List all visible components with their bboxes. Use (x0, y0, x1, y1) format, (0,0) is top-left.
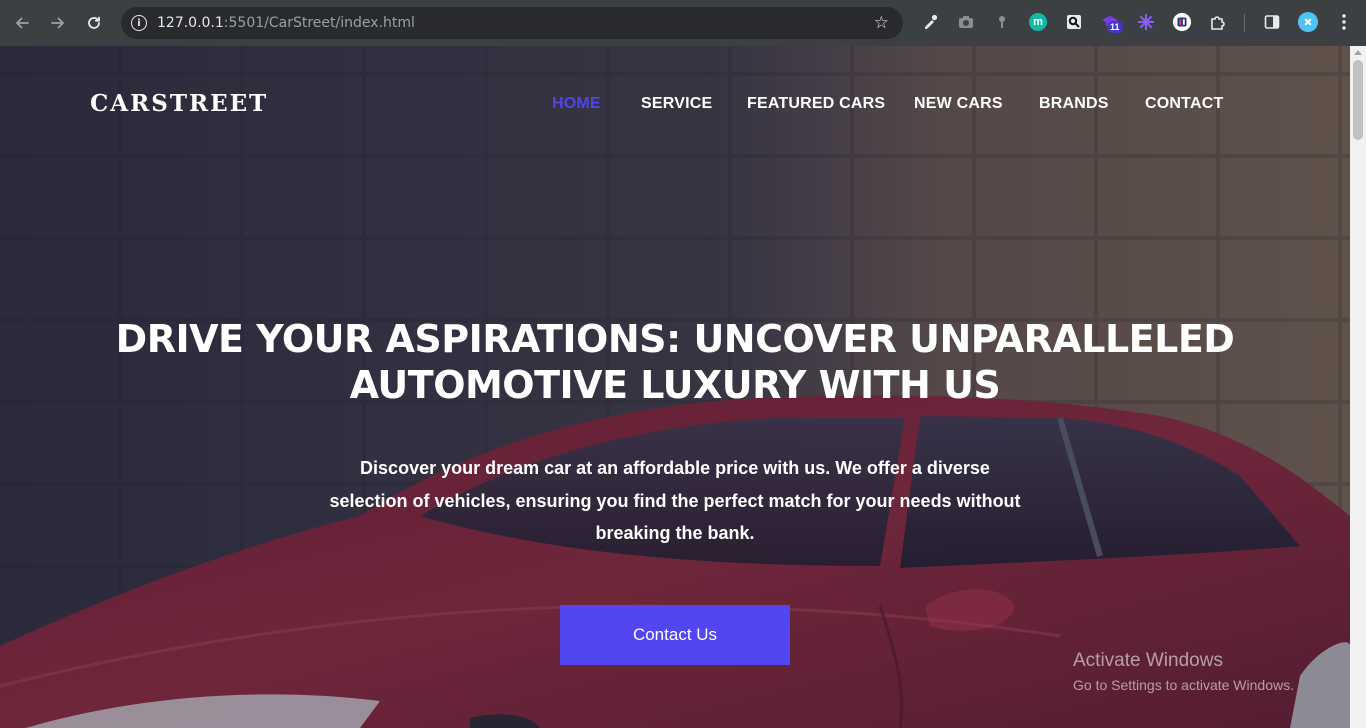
hero-description-line-2: selection of vehicles, ensuring you find… (329, 490, 1021, 511)
back-arrow-icon (16, 17, 29, 29)
puzzle-icon[interactable] (1208, 12, 1228, 32)
toolbar-separator (1244, 14, 1245, 32)
address-bar[interactable]: i 127.0.0.1:5501/CarStreet/index.html ☆ (121, 7, 903, 39)
eyedropper-icon[interactable] (920, 12, 940, 32)
menu-kebab-icon[interactable] (1334, 12, 1354, 32)
gear-flower-icon[interactable] (1136, 12, 1156, 32)
camera-icon[interactable] (956, 12, 976, 32)
nav-brands-link[interactable]: BRANDS (1039, 95, 1109, 113)
back-button[interactable] (10, 11, 34, 35)
url-text[interactable]: 127.0.0.1:5501/CarStreet/index.html (157, 15, 415, 31)
m-badge: m (1029, 13, 1047, 31)
hero-headline-line-1: DRIVE YOUR ASPIRATIONS: UNCOVER UNPARALL… (115, 317, 1235, 361)
hero-headline-line-2: AUTOMOTIVE LUXURY WITH US (349, 363, 1001, 407)
hero-section: CARSTREET HOME SERVICE FEATURED CARS NEW… (0, 46, 1350, 728)
nav-new-cars-link[interactable]: NEW CARS (914, 95, 1003, 113)
forward-arrow-icon (51, 17, 64, 29)
nav-service-link[interactable]: SERVICE (641, 95, 712, 113)
pin-icon[interactable] (992, 12, 1012, 32)
forward-button[interactable] (46, 11, 70, 35)
windows-activation-watermark: Activate Windows Go to Settings to activ… (1073, 650, 1294, 695)
site-info-icon[interactable]: i (131, 15, 147, 31)
side-panel-icon[interactable] (1262, 12, 1282, 32)
watermark-subtitle: Go to Settings to activate Windows. (1073, 677, 1294, 693)
scrollbar-thumb[interactable] (1353, 60, 1363, 140)
browser-toolbar: i 127.0.0.1:5501/CarStreet/index.html ☆ … (0, 0, 1366, 46)
extension-badge: 11 (1107, 21, 1123, 33)
app-extension-icon[interactable] (1172, 12, 1192, 32)
nav-featured-cars-link[interactable]: FEATURED CARS (747, 95, 885, 113)
profile-avatar-icon[interactable] (1298, 12, 1318, 32)
hero-headline: DRIVE YOUR ASPIRATIONS: UNCOVER UNPARALL… (0, 316, 1350, 408)
hero-description: Discover your dream car at an affordable… (300, 452, 1050, 550)
page-viewport: CARSTREET HOME SERVICE FEATURED CARS NEW… (0, 46, 1366, 728)
reload-button[interactable] (82, 11, 106, 35)
m-extension-icon[interactable]: m (1028, 12, 1048, 32)
nav-home-link[interactable]: HOME (552, 95, 601, 113)
contact-us-button[interactable]: Contact Us (560, 605, 790, 665)
nav-contact-link[interactable]: CONTACT (1145, 95, 1223, 113)
reload-icon (88, 16, 100, 29)
vertical-scrollbar[interactable] (1350, 46, 1366, 728)
graduation-cap-icon[interactable]: 11 (1100, 12, 1123, 33)
hero-description-line-3: breaking the bank. (595, 523, 755, 543)
hero-description-line-1: Discover your dream car at an affordable… (360, 458, 990, 478)
scroll-up-arrow-icon[interactable] (1354, 50, 1362, 55)
bookmark-star-icon[interactable]: ☆ (874, 13, 889, 33)
search-extension-icon[interactable] (1064, 12, 1084, 32)
watermark-title: Activate Windows (1073, 650, 1223, 671)
main-navigation: HOME SERVICE FEATURED CARS NEW CARS BRAN… (0, 95, 1350, 115)
